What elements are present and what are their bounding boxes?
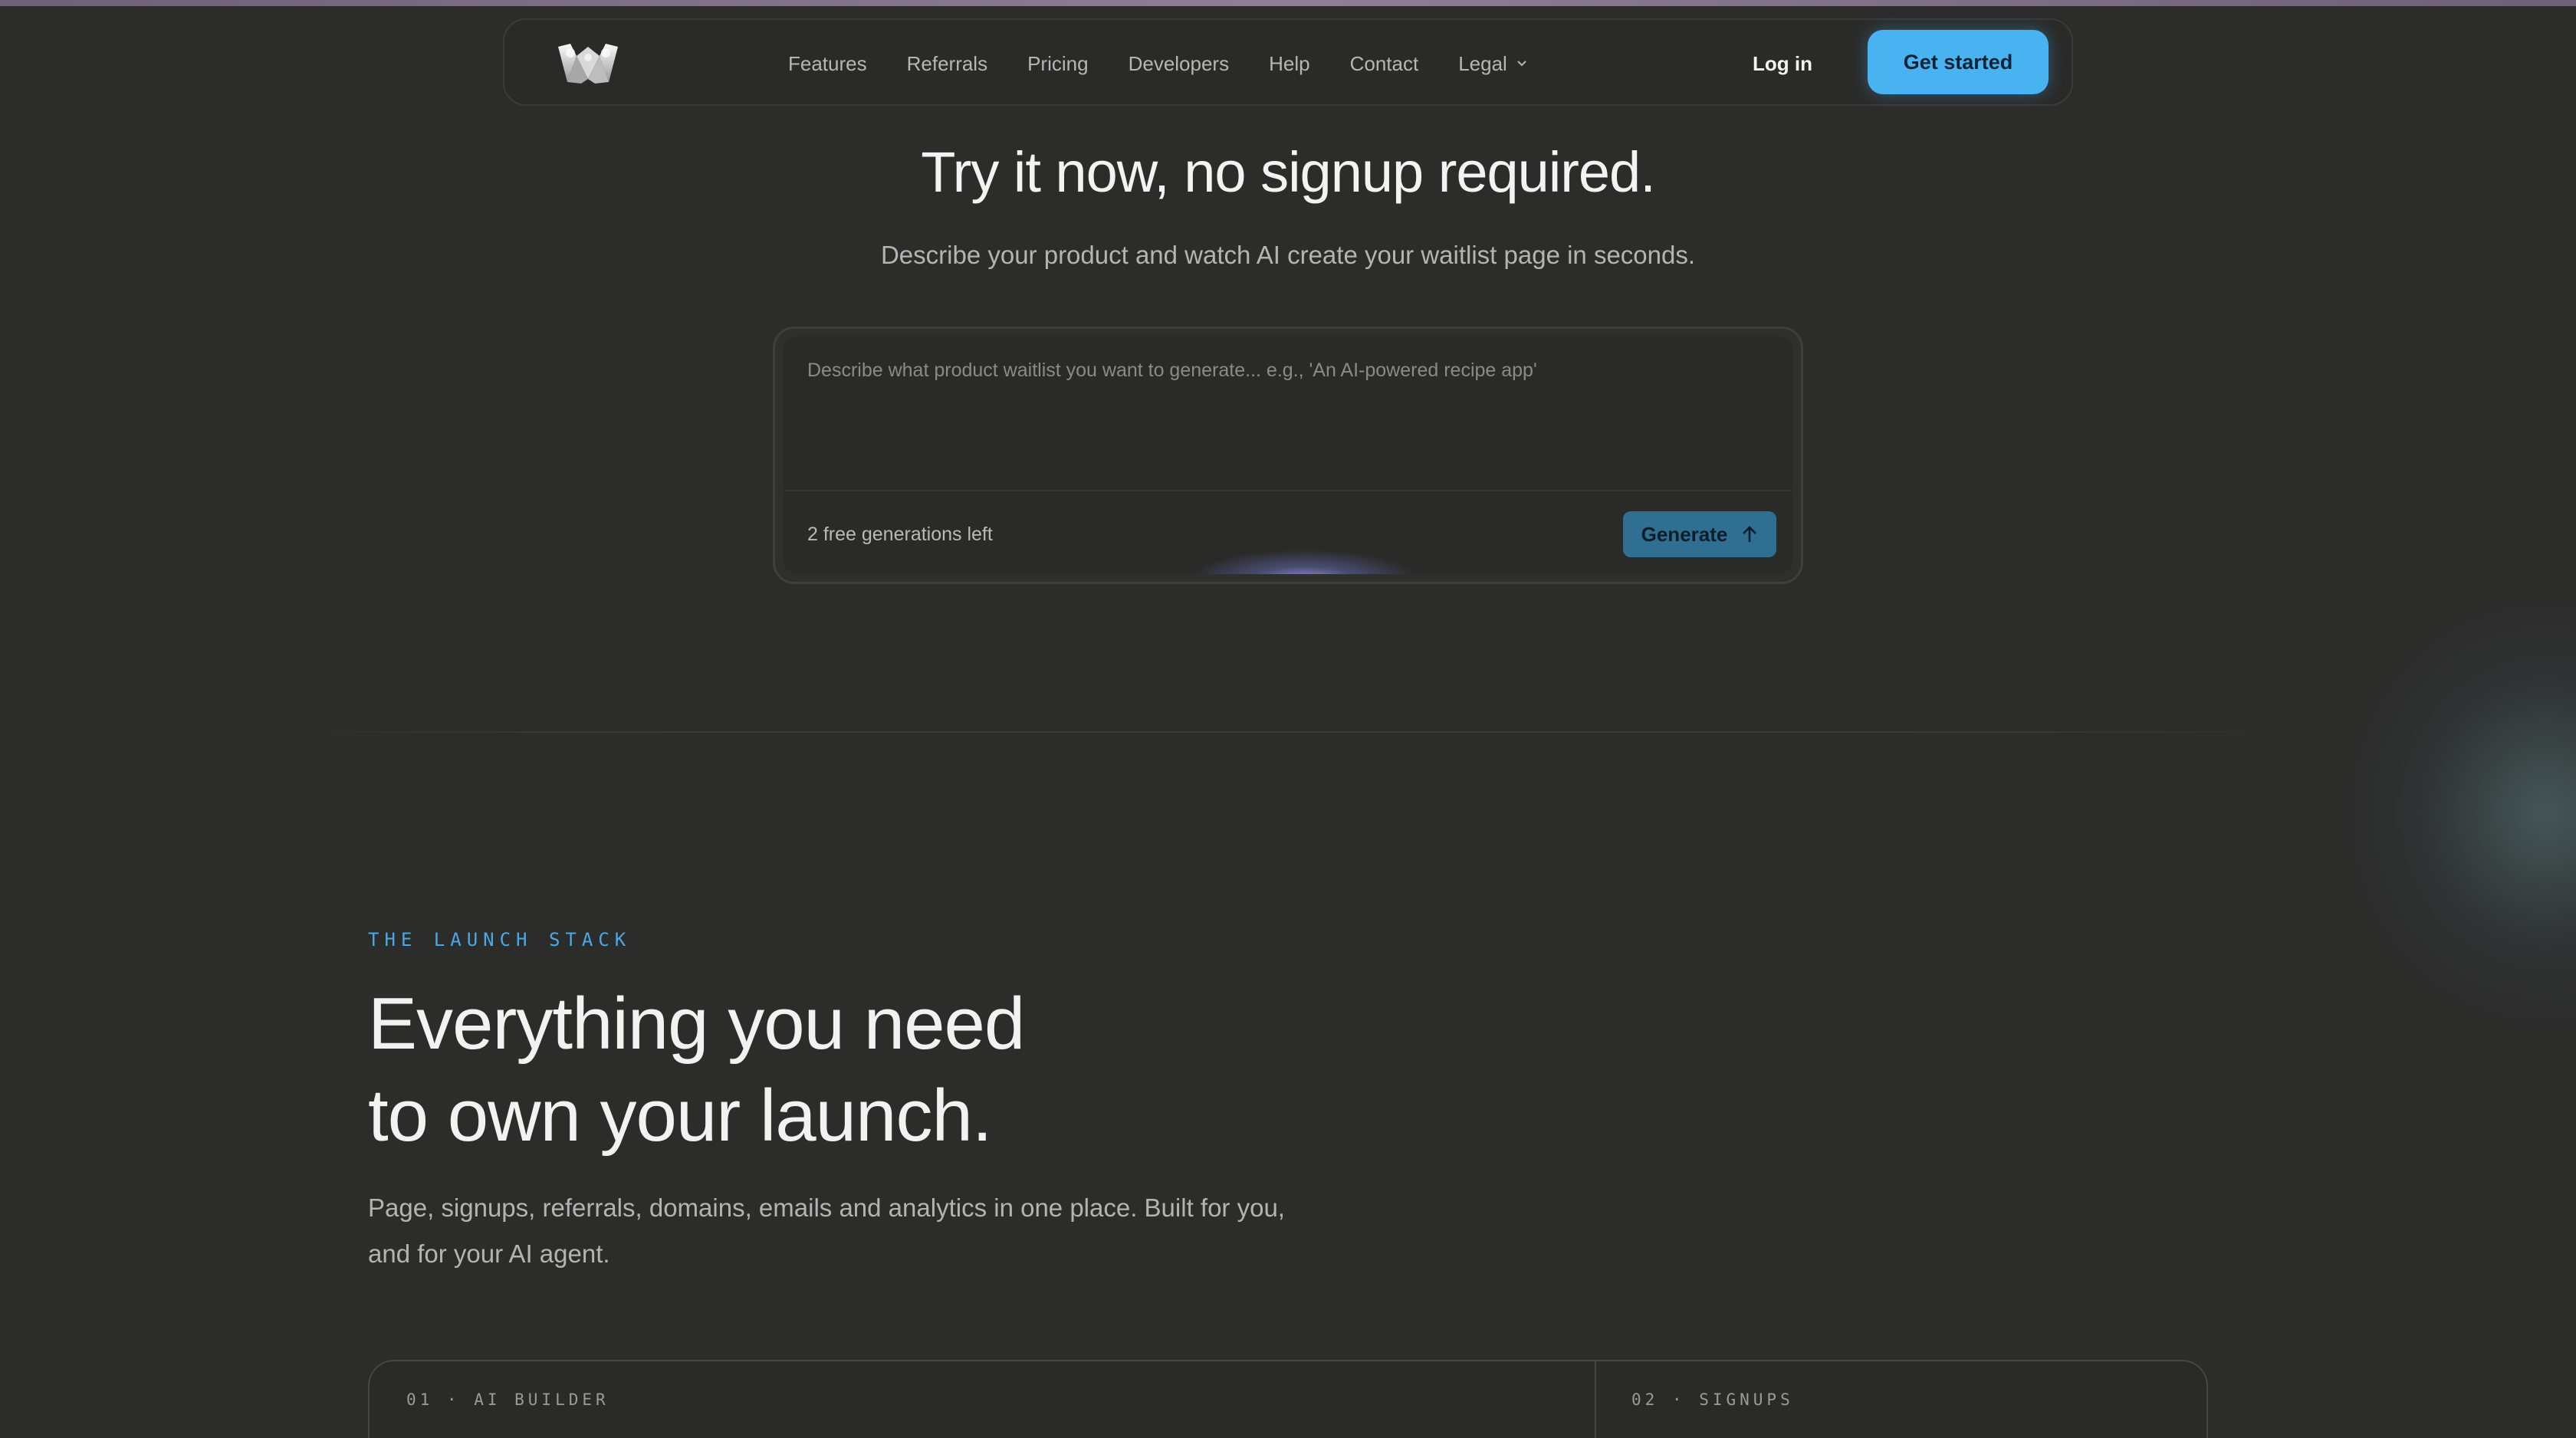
w-logo[interactable] [554, 41, 623, 87]
edge-glow [2346, 598, 2576, 1027]
card-label-signups: 02 · SIGNUPS [1631, 1390, 1794, 1409]
prompt-inner: 2 free generations left Generate [783, 337, 1793, 574]
hero-title: Try it now, no signup required. [921, 140, 1656, 204]
top-stripe [0, 0, 2576, 6]
nav-link-help[interactable]: Help [1269, 52, 1309, 76]
arrow-up-icon [1743, 526, 1757, 542]
page: Features Referrals Pricing Developers He… [0, 0, 2576, 1438]
prompt-divider [783, 490, 1793, 491]
nav-link-referrals[interactable]: Referrals [907, 52, 987, 76]
section-description: Page, signups, referrals, domains, email… [368, 1193, 1285, 1268]
section-eyebrow: THE LAUNCH STACK [368, 929, 632, 950]
nav-link-contact[interactable]: Contact [1350, 52, 1419, 76]
section-title: Everything you need to own your launch. [368, 978, 1441, 1162]
nav-link-legal-label: Legal [1458, 51, 1507, 75]
get-started-button[interactable]: Get started [1868, 30, 2049, 94]
section-divider [261, 731, 2315, 733]
nav-link-legal[interactable]: Legal [1458, 52, 1527, 76]
login-link[interactable]: Log in [1753, 20, 1812, 107]
chevron-down-icon [1517, 61, 1526, 67]
section-title-line2: to own your launch. [368, 1075, 993, 1157]
nav-link-features[interactable]: Features [788, 52, 867, 76]
nav-link-developers[interactable]: Developers [1129, 52, 1230, 76]
feature-cards: 01 · AI BUILDER 02 · SIGNUPS [368, 1360, 2208, 1438]
navbar: Features Referrals Pricing Developers He… [503, 18, 2073, 106]
card-label-ai-builder: 01 · AI BUILDER [406, 1390, 610, 1409]
prompt-box: 2 free generations left Generate [773, 327, 1803, 584]
card-divider [1595, 1361, 1596, 1438]
prompt-input[interactable] [783, 337, 1793, 490]
generate-button[interactable]: Generate [1623, 511, 1776, 557]
glow-spot [1189, 550, 1419, 574]
nav-link-pricing[interactable]: Pricing [1027, 52, 1088, 76]
hero-subtitle: Describe your product and watch AI creat… [880, 241, 1696, 269]
generations-left-text: 2 free generations left [807, 524, 993, 545]
generate-button-label: Generate [1641, 522, 1728, 546]
section-title-line1: Everything you need [368, 983, 1025, 1065]
nav-links: Features Referrals Pricing Developers He… [788, 20, 1527, 107]
